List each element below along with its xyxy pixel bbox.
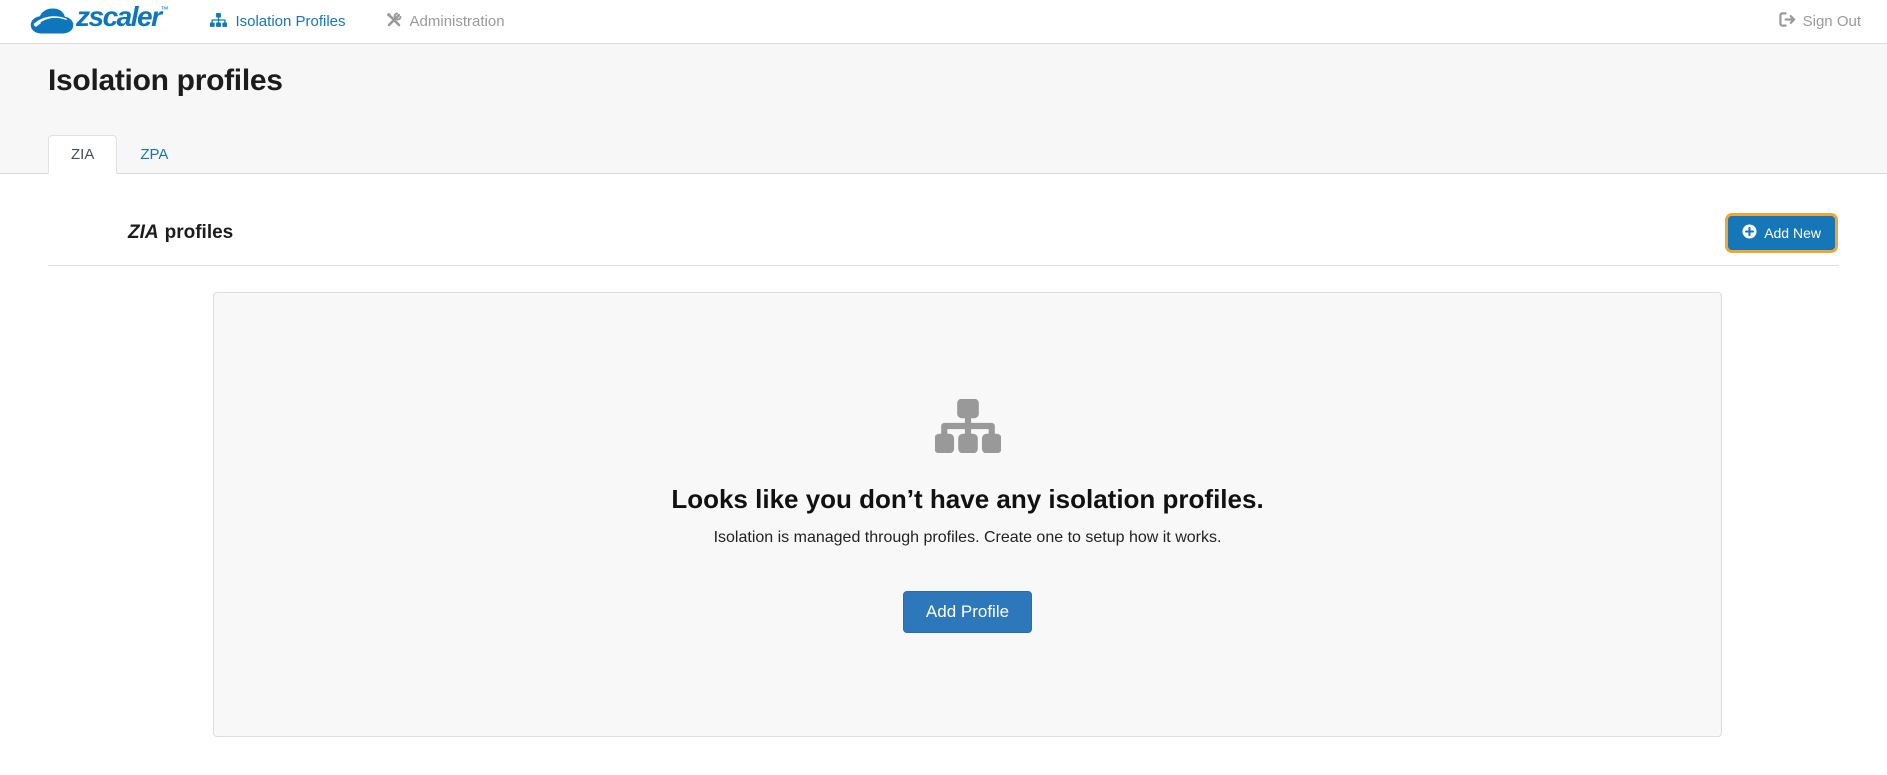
tab-zpa[interactable]: ZPA [117, 135, 191, 174]
navbar-menu: Isolation Profiles Administration [210, 12, 505, 32]
sign-out-button[interactable]: Sign Out [1778, 12, 1861, 31]
sign-out-icon [1778, 12, 1796, 31]
empty-state-heading: Looks like you don’t have any isolation … [671, 484, 1264, 514]
nav-item-label: Isolation Profiles [235, 13, 346, 30]
zscaler-logo[interactable]: zscaler ™ [30, 0, 169, 41]
empty-state-description: Isolation is managed through profiles. C… [713, 529, 1222, 546]
sitemap-icon [933, 398, 1002, 457]
plus-circle-icon [1742, 224, 1757, 242]
nav-item-isolation-profiles[interactable]: Isolation Profiles [210, 12, 346, 31]
zscaler-cloud-icon [30, 3, 74, 41]
top-navbar: zscaler ™ Isolation Profiles Administrat… [0, 0, 1887, 44]
zscaler-logo-text: zscaler [76, 0, 162, 32]
add-profile-button[interactable]: Add Profile [902, 591, 1033, 633]
add-new-label: Add New [1764, 225, 1821, 241]
main-content: ZIA profiles Add New Looks like you don’t [0, 216, 1887, 737]
section-divider [48, 265, 1839, 266]
section-header-row: ZIA profiles Add New [48, 216, 1839, 250]
empty-state-card: Looks like you don’t have any isolation … [213, 292, 1722, 737]
trademark-symbol: ™ [160, 4, 169, 14]
section-title-rest: profiles [164, 222, 234, 243]
tab-zia[interactable]: ZIA [48, 135, 118, 174]
section-title-emphasis: ZIA [128, 222, 159, 243]
sign-out-label: Sign Out [1802, 13, 1861, 30]
tools-icon [386, 12, 402, 32]
section-title: ZIA profiles [128, 222, 233, 244]
sitemap-icon [210, 12, 228, 31]
tab-bar: ZIA ZPA [48, 135, 1839, 174]
add-new-button[interactable]: Add New [1728, 216, 1835, 250]
page-header: Isolation profiles ZIA ZPA [0, 44, 1887, 174]
page-title: Isolation profiles [48, 64, 283, 97]
nav-item-label: Administration [409, 13, 505, 30]
nav-item-administration[interactable]: Administration [386, 12, 505, 32]
